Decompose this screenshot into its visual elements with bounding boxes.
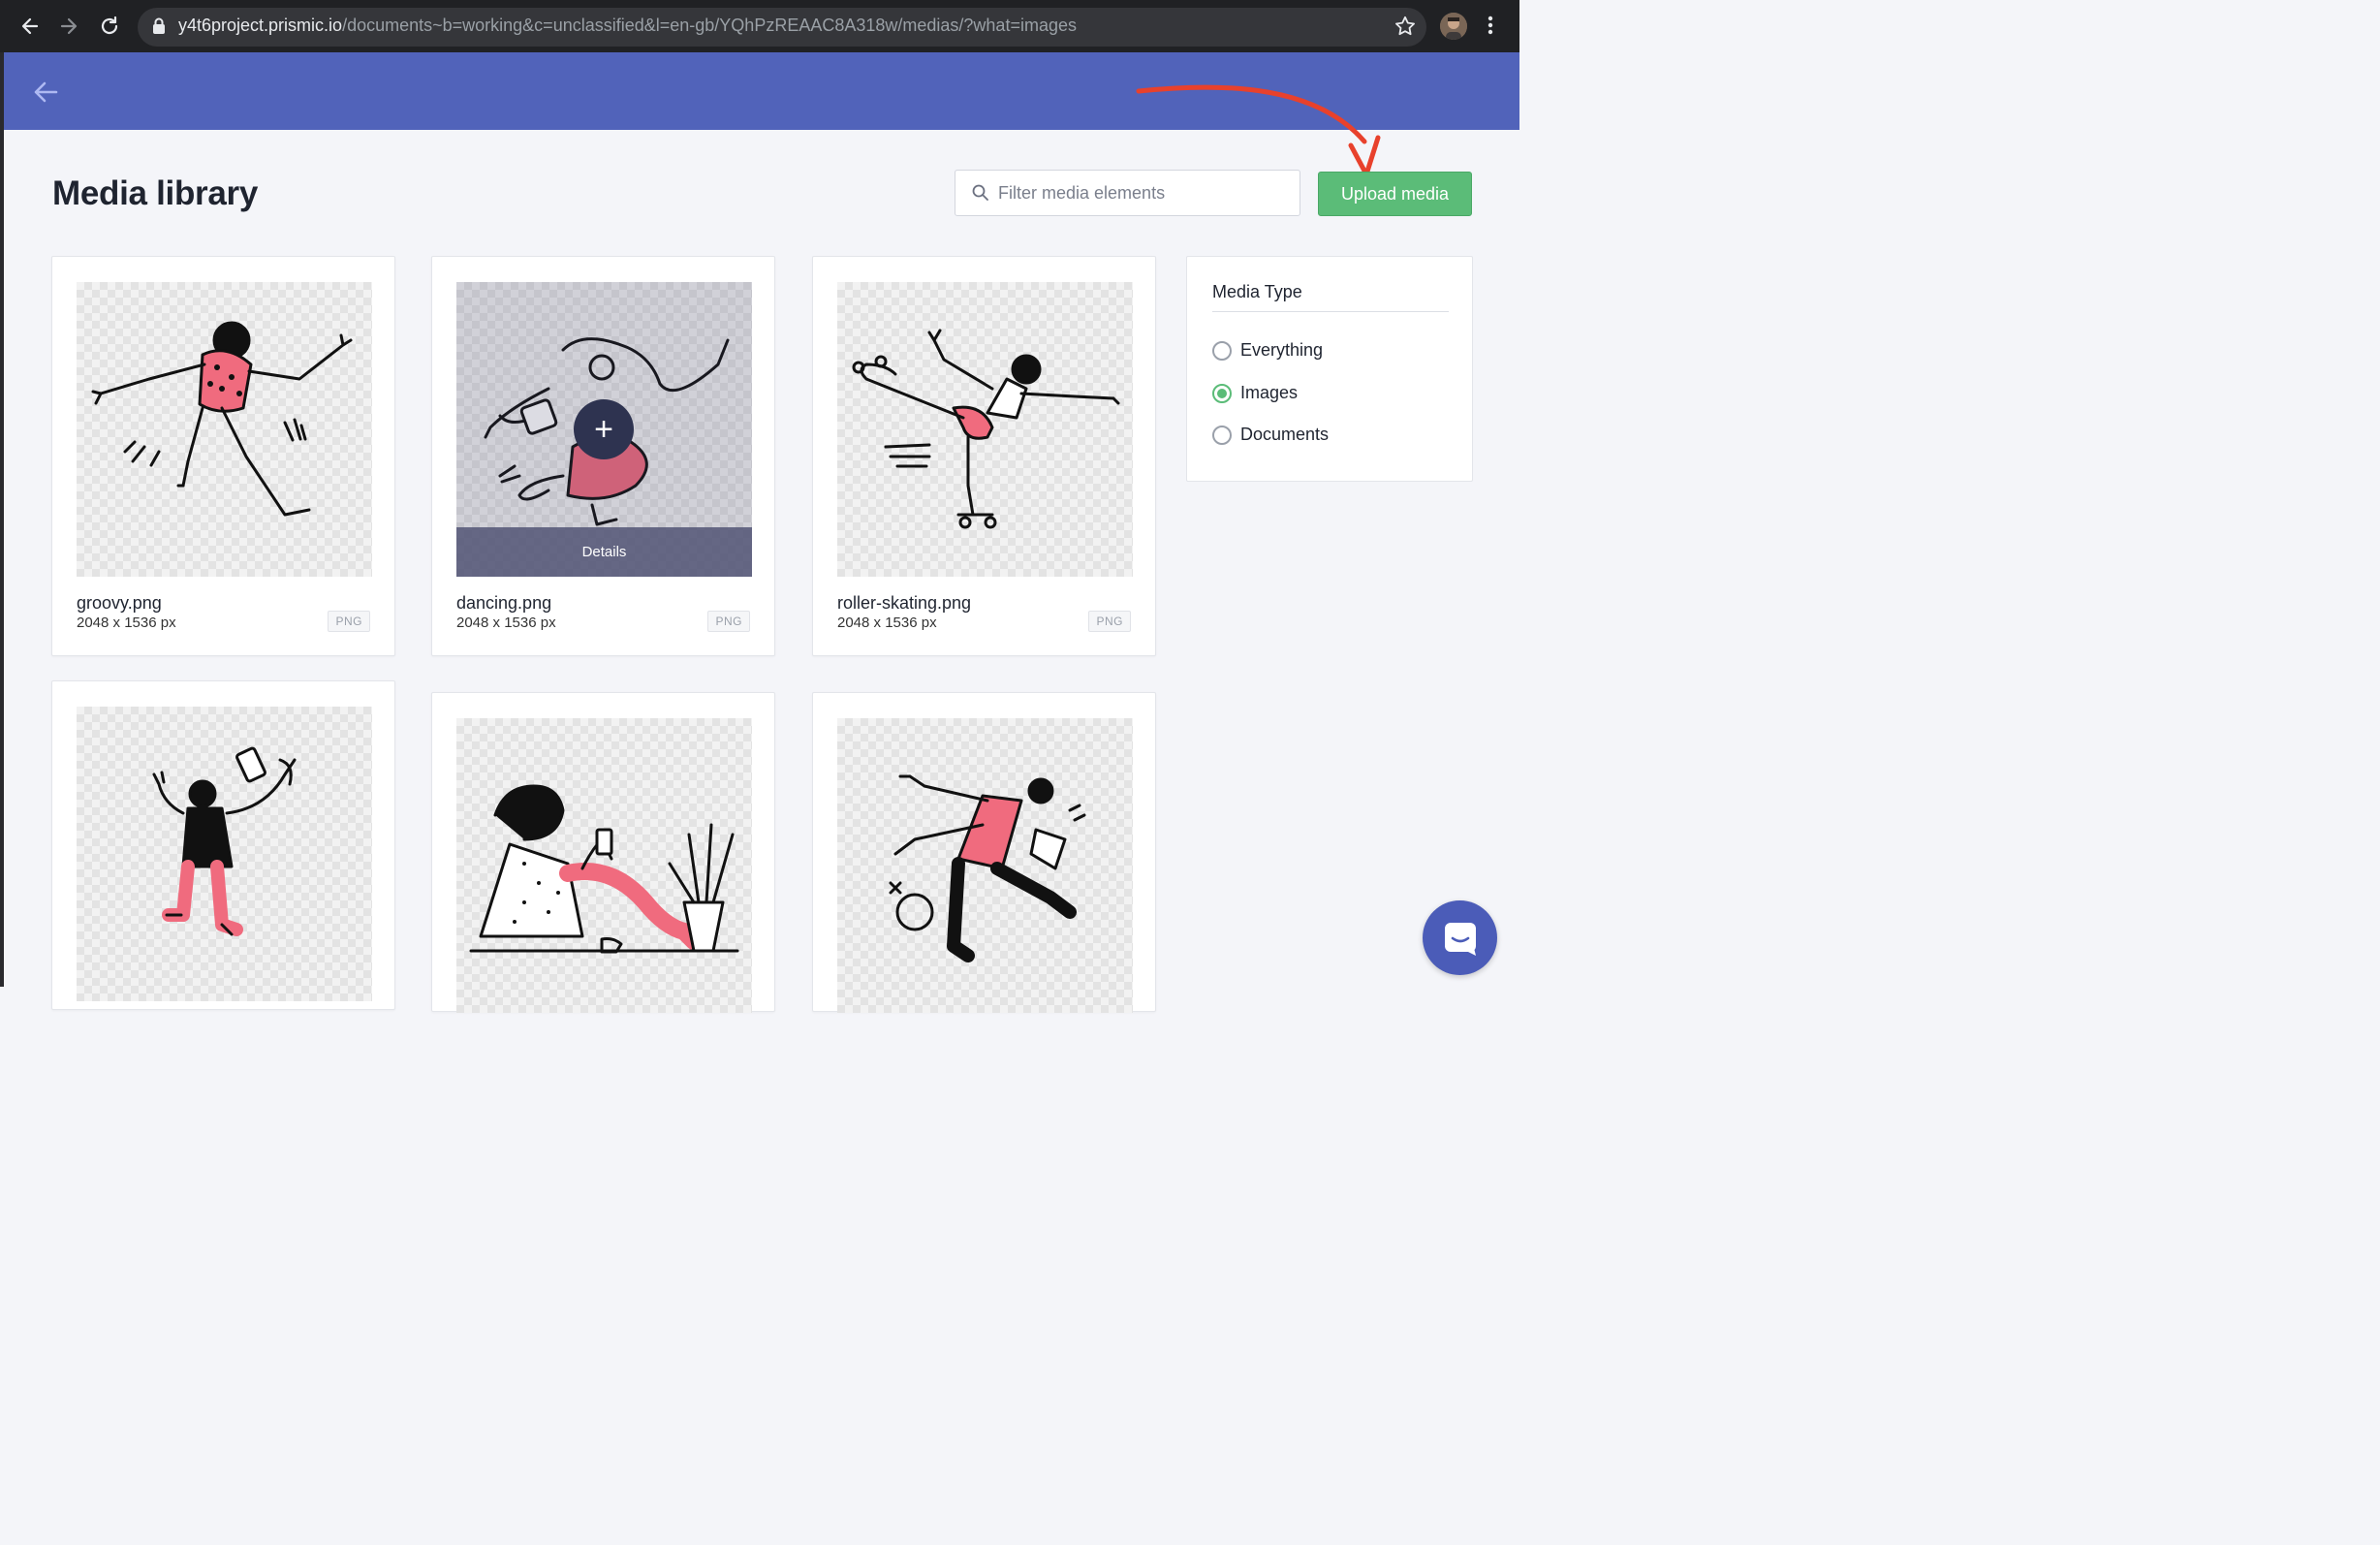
media-thumbnail[interactable] xyxy=(77,282,372,577)
bookmark-star-icon[interactable] xyxy=(1394,15,1417,43)
radio-label: Everything xyxy=(1240,340,1324,360)
media-file-size: 2048 x 1536 px xyxy=(77,615,176,631)
filter-option-documents[interactable]: Documents xyxy=(1212,425,1329,445)
dancer-illustration xyxy=(889,774,1086,962)
media-thumbnail[interactable] xyxy=(837,718,1133,1013)
media-file-name: roller-skating.png xyxy=(837,593,972,613)
media-card[interactable] xyxy=(431,692,775,1013)
radio-button[interactable] xyxy=(1212,425,1232,445)
filter-title: Media Type xyxy=(1212,282,1302,301)
filter-option-everything[interactable]: Everything xyxy=(1212,340,1323,361)
address-bar-url[interactable]: y4t6project.prismic.io/documents~b=worki… xyxy=(178,16,1077,36)
browser-reload-icon[interactable] xyxy=(95,12,124,41)
media-file-size: 2048 x 1536 px xyxy=(837,615,937,631)
filter-search-box[interactable] xyxy=(955,170,1300,216)
annotation-arrow xyxy=(1136,84,1381,177)
back-arrow-icon[interactable] xyxy=(31,78,60,107)
media-thumbnail[interactable] xyxy=(77,707,372,1001)
selfie-illustration xyxy=(152,746,297,936)
media-card[interactable] xyxy=(51,680,395,1010)
browser-back-icon[interactable] xyxy=(16,12,45,41)
media-card[interactable] xyxy=(812,692,1156,1013)
divider xyxy=(1212,311,1449,312)
add-media-button[interactable]: + xyxy=(574,399,634,459)
upload-media-button[interactable]: Upload media xyxy=(1318,172,1472,216)
radio-button[interactable] xyxy=(1212,383,1232,403)
media-file-name: groovy.png xyxy=(77,593,162,613)
media-type-badge: PNG xyxy=(1088,611,1131,632)
lock-icon xyxy=(152,17,166,40)
window-edge xyxy=(0,52,4,987)
media-card[interactable]: roller-skating.png 2048 x 1536 px PNG xyxy=(812,256,1156,656)
search-icon xyxy=(972,184,989,206)
groovy-illustration xyxy=(91,321,353,517)
media-file-name: dancing.png xyxy=(456,593,552,613)
browser-forward-icon[interactable] xyxy=(54,12,83,41)
media-type-badge: PNG xyxy=(328,611,370,632)
radio-label: Documents xyxy=(1240,425,1330,444)
media-type-filter-panel: Media Type Everything Images Documents xyxy=(1186,256,1473,482)
media-thumbnail[interactable] xyxy=(456,718,752,1013)
media-card[interactable]: + Details dancing.png 2048 x 1536 px PNG xyxy=(431,256,775,656)
radio-label: Images xyxy=(1240,383,1299,402)
search-input[interactable] xyxy=(998,171,1289,215)
details-button[interactable]: Details xyxy=(456,527,752,577)
chat-icon xyxy=(1444,922,1476,956)
media-type-badge: PNG xyxy=(707,611,750,632)
profile-avatar[interactable] xyxy=(1440,13,1467,40)
media-thumbnail[interactable] xyxy=(837,282,1133,577)
reading-illustration xyxy=(469,784,739,954)
radio-button[interactable] xyxy=(1212,340,1232,361)
media-card[interactable]: groovy.png 2048 x 1536 px PNG xyxy=(51,256,395,656)
media-file-size: 2048 x 1536 px xyxy=(456,615,556,631)
browser-chrome: y4t6project.prismic.io/documents~b=worki… xyxy=(0,0,1519,52)
filter-option-images[interactable]: Images xyxy=(1212,383,1298,403)
chat-launcher-button[interactable] xyxy=(1423,900,1497,975)
roller-skating-illustration xyxy=(852,329,1120,529)
browser-menu-icon[interactable] xyxy=(1488,14,1493,42)
media-thumbnail[interactable]: + Details xyxy=(456,282,752,577)
page-title: Media library xyxy=(52,174,259,212)
